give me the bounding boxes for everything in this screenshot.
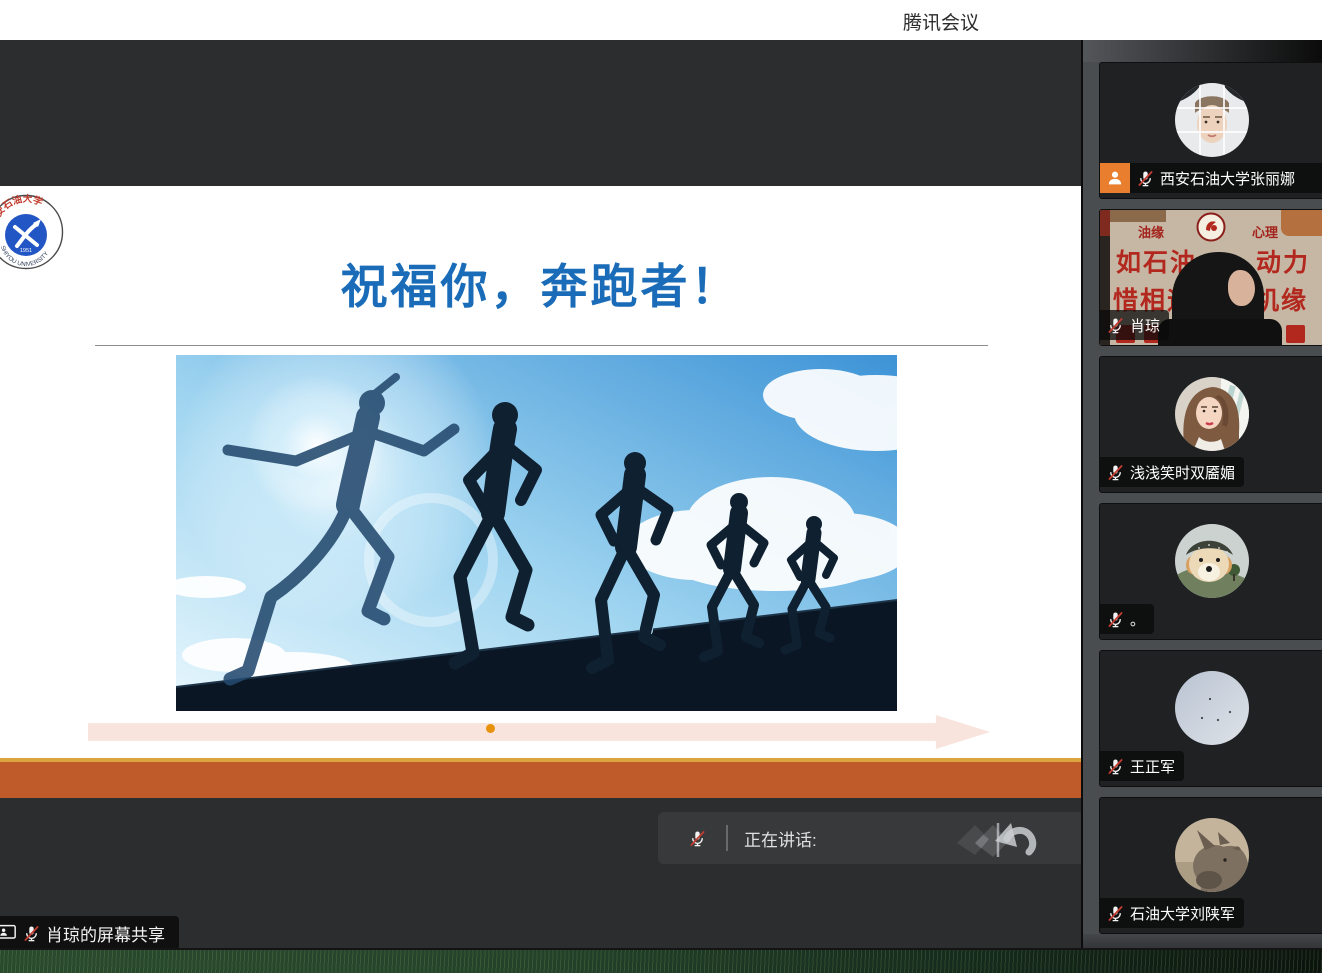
participant-tile[interactable]: 。 [1099,503,1322,640]
mic-muted-icon [688,829,707,848]
participant-name: 王正军 [1130,756,1175,777]
slide-footer-bar [0,762,1081,798]
participant-name: 肖琼 [1130,315,1160,336]
participant-name: 西安石油大学张丽娜 [1160,168,1295,189]
slide-title: 祝福你，奔跑者！ [0,248,1081,317]
mic-muted-icon [1106,904,1125,923]
name-bar: 。 [1100,604,1154,634]
slide-title-divider [95,345,988,346]
window-titlebar[interactable]: 腾讯会议 [0,0,1322,40]
participant-tile[interactable]: 王正军 [1099,650,1322,787]
screen-share-label: 肖琼的屏幕共享 [0,916,179,950]
mic-muted-icon [1106,316,1125,335]
name-bar: 肖琼 [1100,310,1169,340]
watermark-logo-icon [945,817,1041,861]
arrow-banner [88,715,990,749]
wall-crest-icon [1196,212,1226,242]
speaking-indicator-bar: 正在讲话: [658,812,1081,864]
participants-sidebar: 西安石油大学张丽娜 油缘 心理 如石油 动力 惜相遇 机缘 [1081,40,1322,973]
divider [726,825,728,851]
avatar [1175,377,1249,451]
desktop-wallpaper-strip [0,948,1322,973]
participant-tile[interactable]: 浅浅笑时双靥媚 [1099,356,1322,493]
participant-name: 石油大学刘陕军 [1130,903,1235,924]
wall-frame [1281,210,1322,236]
person-silhouette [1158,319,1282,345]
avatar [1175,671,1249,745]
runners-photo [176,355,897,711]
participant-tile[interactable]: 西安石油大学张丽娜 [1099,62,1322,199]
window-title: 腾讯会议 [903,8,979,35]
avatar [1175,524,1249,598]
mic-muted-icon [1106,463,1125,482]
participant-tile[interactable]: 油缘 心理 如石油 动力 惜相遇 机缘 肖琼 [1099,209,1322,346]
wall-text: 动力 [1256,243,1310,279]
shared-slide: 西安石油大学 1951 SHIYOU UNIVERSITY 祝福你，奔跑者！ [0,186,1081,758]
screen-share-area: 西安石油大学 1951 SHIYOU UNIVERSITY 祝福你，奔跑者！ [0,40,1081,973]
wall-edge [1100,210,1110,236]
screen-share-icon [0,922,17,944]
wall-frame [1110,210,1166,222]
mic-muted-icon [1136,169,1155,188]
progress-dot [486,724,495,733]
name-bar: 王正军 [1100,751,1184,781]
participant-name: 浅浅笑时双靥媚 [1130,462,1235,483]
participant-name: 。 [1130,609,1145,630]
wall-text-fragment [1286,325,1305,343]
participant-status-badge [1100,163,1130,193]
avatar [1175,83,1249,157]
mic-muted-icon [22,924,41,943]
tencent-meeting-window: 腾讯会议 西安石油大学 1951 SHIYOU UNIVERSITY 祝福你，奔… [0,0,1322,973]
name-bar: 石油大学刘陕军 [1100,898,1244,928]
wall-text: 心理 [1252,222,1278,241]
participant-tile[interactable]: 石油大学刘陕军 [1099,797,1322,934]
mic-muted-icon [1106,757,1125,776]
mic-muted-icon [1106,610,1125,629]
avatar [1175,818,1249,892]
share-pill-text: 肖琼的屏幕共享 [46,921,165,946]
person-icon [1105,168,1125,188]
person-face [1228,270,1255,306]
name-bar: 西安石油大学张丽娜 [1130,163,1322,193]
name-bar: 浅浅笑时双靥媚 [1100,457,1244,487]
wall-text: 油缘 [1138,222,1164,241]
speaking-label: 正在讲话: [744,826,817,851]
sidebar-top-shade [1083,40,1322,62]
